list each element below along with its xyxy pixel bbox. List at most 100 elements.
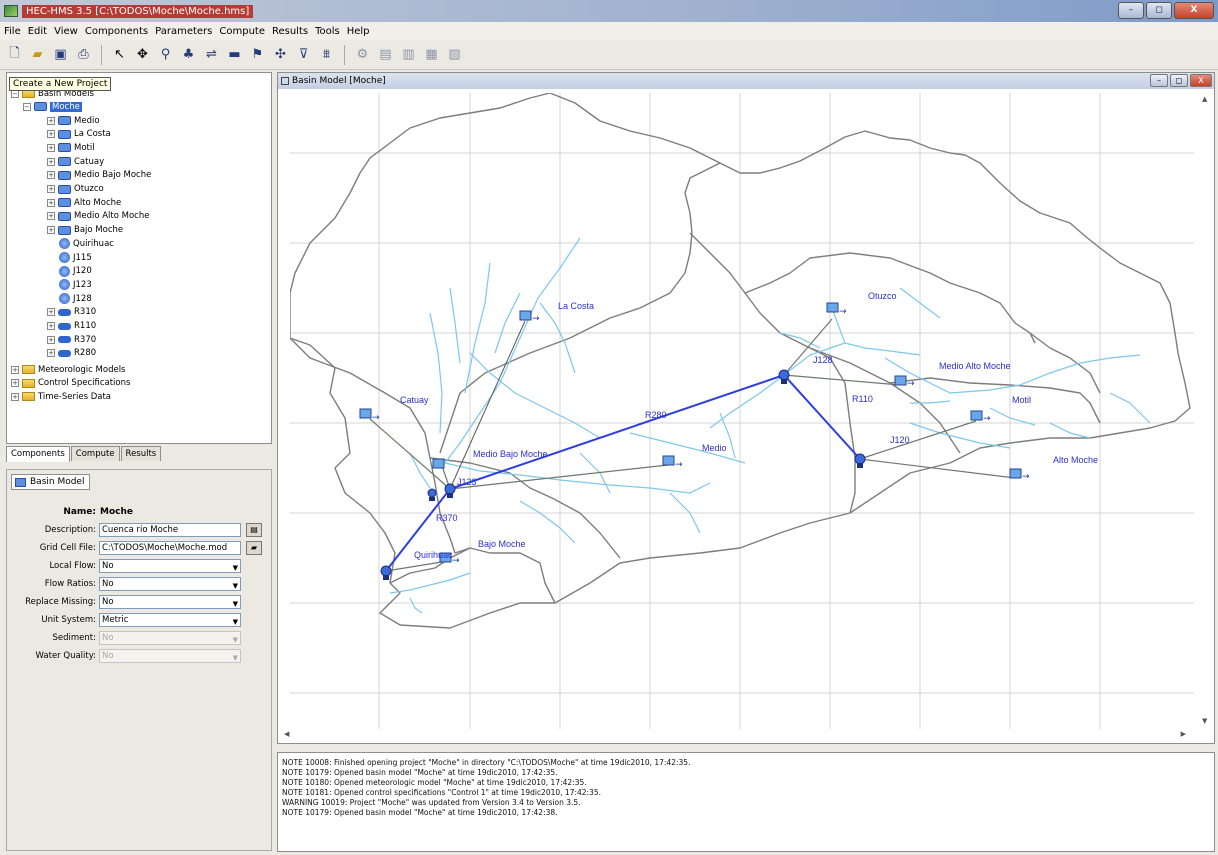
basin-model-tab[interactable]: Basin Model: [11, 474, 91, 490]
subbasin-medio-bajo-moche-icon[interactable]: [432, 458, 445, 469]
collapse-icon[interactable]: −: [23, 102, 31, 111]
scroll-down-icon[interactable]: ▼: [1202, 717, 1207, 725]
subbasin-medio-icon[interactable]: →: [662, 455, 683, 470]
unit-system-select[interactable]: Metric ▼: [99, 613, 241, 627]
grid-cell-file-input[interactable]: C:\TODOS\Moche\Moche.mod: [99, 541, 241, 555]
pan-icon[interactable]: ✥: [134, 46, 151, 63]
menu-components[interactable]: Components: [85, 26, 148, 37]
arrow-select-icon[interactable]: ↖: [111, 46, 128, 63]
tree-item-j115[interactable]: J115: [59, 251, 92, 264]
expand-icon[interactable]: +: [11, 392, 19, 401]
sink-icon[interactable]: ⩩: [318, 46, 335, 63]
menu-help[interactable]: Help: [347, 26, 370, 37]
expand-icon[interactable]: +: [47, 226, 55, 235]
junction-icon[interactable]: ✣: [272, 46, 289, 63]
diversion-icon[interactable]: ⊽: [295, 46, 312, 63]
expand-icon[interactable]: +: [47, 143, 55, 152]
subbasin-medio-alto-moche-icon[interactable]: →: [894, 375, 915, 389]
source-icon[interactable]: ⚑: [249, 46, 266, 63]
flow-ratios-select[interactable]: No ▼: [99, 577, 241, 591]
subbasin-alto-moche-icon[interactable]: →: [1009, 468, 1030, 482]
subbasin-la-costa-icon[interactable]: →: [519, 310, 540, 324]
expand-icon[interactable]: +: [47, 157, 55, 166]
restore-button[interactable]: ◻: [1170, 74, 1188, 87]
tree-item-r310[interactable]: + R310: [47, 306, 96, 319]
table-icon[interactable]: ▦: [423, 46, 440, 63]
print-icon[interactable]: ⎙: [75, 46, 92, 63]
junction-j123-icon[interactable]: [444, 483, 456, 498]
tree-item-r110[interactable]: + R110: [47, 320, 96, 333]
tree-item-catuay[interactable]: + Catuay: [47, 155, 104, 168]
expand-icon[interactable]: +: [47, 322, 55, 330]
tree-item-j128[interactable]: J128: [59, 292, 92, 305]
junction-j115-icon[interactable]: [427, 488, 437, 501]
tree-folder-meteorologic-models[interactable]: + Meteorologic Models: [11, 363, 125, 376]
subbasin-icon[interactable]: ♣: [180, 46, 197, 63]
reservoir-icon[interactable]: ▬: [226, 46, 243, 63]
tree-item-quirihuac[interactable]: Quirihuac: [59, 237, 114, 250]
new-document-icon[interactable]: 🗋: [6, 46, 23, 63]
zoom-icon[interactable]: ⚲: [157, 46, 174, 63]
menu-results[interactable]: Results: [272, 26, 308, 37]
scroll-up-icon[interactable]: ▲: [1202, 95, 1207, 103]
menu-file[interactable]: File: [4, 26, 21, 37]
replace-missing-select[interactable]: No ▼: [99, 595, 241, 609]
tab-results[interactable]: Results: [120, 446, 162, 461]
compute-icon[interactable]: ⚙: [354, 46, 371, 63]
expand-icon[interactable]: +: [47, 116, 55, 125]
expand-icon[interactable]: +: [11, 365, 19, 374]
subbasin-catuay-icon[interactable]: →: [359, 408, 380, 423]
menu-edit[interactable]: Edit: [28, 26, 47, 37]
tree-moche[interactable]: − Moche: [23, 100, 82, 113]
expand-icon[interactable]: +: [47, 185, 55, 193]
browse-folder-icon[interactable]: ▰: [246, 541, 262, 555]
expand-icon[interactable]: +: [47, 212, 55, 221]
minimize-button[interactable]: –: [1118, 2, 1144, 19]
tree-folder-control-specifications[interactable]: + Control Specifications: [11, 377, 130, 390]
expand-icon[interactable]: +: [47, 171, 55, 180]
reach-r280[interactable]: [449, 374, 785, 490]
tree-item-bajo-moche[interactable]: + Bajo Moche: [47, 224, 123, 237]
local-flow-select[interactable]: No ▼: [99, 559, 241, 573]
expand-icon[interactable]: +: [11, 379, 19, 388]
open-folder-icon[interactable]: ▰: [29, 46, 46, 63]
tree-item-medio-bajo-moche[interactable]: + Medio Bajo Moche: [47, 169, 151, 182]
junction-quirihuac-icon[interactable]: [380, 565, 392, 580]
tree-item-r370[interactable]: + R370: [47, 333, 96, 346]
save-icon[interactable]: ▣: [52, 46, 69, 63]
tree-item-la-costa[interactable]: + La Costa: [47, 128, 111, 141]
minimize-button[interactable]: –: [1150, 74, 1168, 87]
tree-item-medio-alto-moche[interactable]: + Medio Alto Moche: [47, 210, 149, 223]
expand-icon[interactable]: +: [47, 308, 55, 317]
tree-item-r280[interactable]: + R280: [47, 347, 96, 360]
tree-item-alto-moche[interactable]: + Alto Moche: [47, 196, 121, 209]
menu-view[interactable]: View: [54, 26, 78, 37]
message-log[interactable]: NOTE 10008: Finished opening project "Mo…: [277, 752, 1215, 852]
junction-j128-icon[interactable]: [778, 369, 790, 384]
expand-icon[interactable]: +: [47, 130, 55, 139]
expand-icon[interactable]: +: [47, 335, 55, 344]
chart-icon[interactable]: ▥: [400, 46, 417, 63]
scroll-right-icon[interactable]: ▶: [1181, 730, 1186, 738]
menu-parameters[interactable]: Parameters: [155, 26, 212, 37]
scroll-left-icon[interactable]: ◀: [284, 730, 289, 738]
tree-item-otuzco[interactable]: + Otuzco: [47, 183, 104, 196]
junction-j120-icon[interactable]: [854, 453, 866, 468]
run-icon[interactable]: ▤: [377, 46, 394, 63]
tree-item-medio[interactable]: + Medio: [47, 114, 100, 127]
tree-item-motil[interactable]: + Motil: [47, 141, 95, 154]
description-editor-icon[interactable]: ▤: [246, 523, 262, 537]
basin-map[interactable]: → → → → → → → → La Costa Otuzco J128 Med…: [290, 93, 1194, 729]
tree-item-j120[interactable]: J120: [59, 265, 92, 278]
menu-tools[interactable]: Tools: [315, 26, 340, 37]
close-button[interactable]: X: [1174, 2, 1214, 19]
reach-icon[interactable]: ⇌: [203, 46, 220, 63]
tab-components[interactable]: Components: [6, 446, 70, 462]
horizontal-scrollbar[interactable]: ◀ ▶: [280, 729, 1200, 741]
tree-folder-time-series-data[interactable]: + Time-Series Data: [11, 390, 111, 403]
menu-compute[interactable]: Compute: [219, 26, 265, 37]
tab-compute[interactable]: Compute: [70, 446, 120, 461]
tree-item-j123[interactable]: J123: [59, 278, 92, 291]
description-input[interactable]: Cuenca rio Moche: [99, 523, 241, 537]
close-button[interactable]: X: [1190, 74, 1212, 87]
